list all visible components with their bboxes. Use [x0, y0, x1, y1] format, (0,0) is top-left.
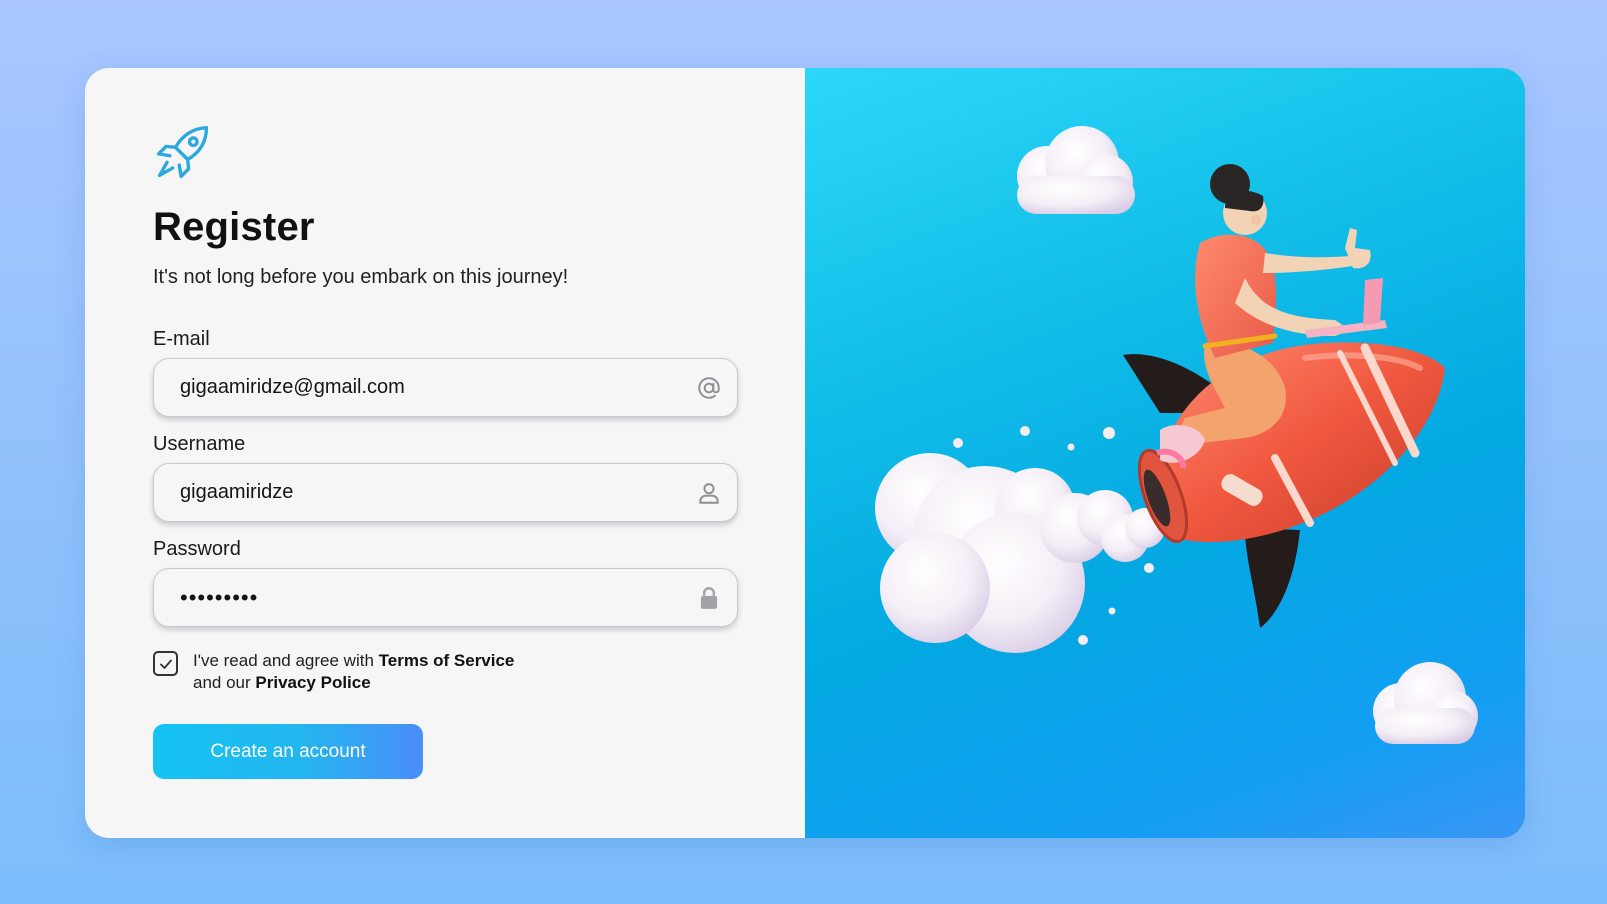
username-field[interactable] — [154, 464, 737, 521]
user-icon — [695, 479, 723, 507]
username-field-wrapper — [153, 463, 738, 522]
check-icon — [159, 659, 172, 669]
email-label: E-mail — [153, 328, 210, 350]
terms-of-service-link[interactable]: Terms of Service — [379, 651, 515, 670]
terms-text-mid: and our — [193, 673, 256, 692]
rocket-girl-illustration — [875, 126, 1478, 744]
terms-checkbox[interactable] — [153, 651, 178, 676]
rocket-icon — [153, 122, 213, 182]
page-title: Register — [153, 205, 315, 249]
at-sign-icon — [695, 374, 723, 402]
cloud-top — [1017, 126, 1135, 214]
lock-icon — [695, 584, 723, 612]
exhaust-cloud — [875, 453, 1165, 653]
illustration-panel — [805, 68, 1525, 838]
terms-text-prefix: I've read and agree with — [193, 651, 379, 670]
username-label: Username — [153, 433, 246, 455]
page-subtitle: It's not long before you embark on this … — [153, 266, 569, 288]
privacy-policy-link[interactable]: Privacy Police — [255, 673, 370, 692]
cloud-bottom — [1373, 662, 1478, 744]
register-card: Register It's not long before you embark… — [85, 68, 1525, 838]
terms-agreement: I've read and agree with Terms of Servic… — [153, 650, 737, 694]
terms-text: I've read and agree with Terms of Servic… — [193, 650, 514, 694]
password-field[interactable] — [154, 569, 737, 626]
rocket-fin-bottom — [1245, 528, 1300, 628]
create-account-button[interactable]: Create an account — [153, 724, 423, 779]
email-field-wrapper — [153, 358, 738, 417]
password-label: Password — [153, 538, 241, 560]
form-panel: Register It's not long before you embark… — [85, 68, 805, 838]
password-field-wrapper — [153, 568, 738, 627]
email-field[interactable] — [154, 359, 737, 416]
